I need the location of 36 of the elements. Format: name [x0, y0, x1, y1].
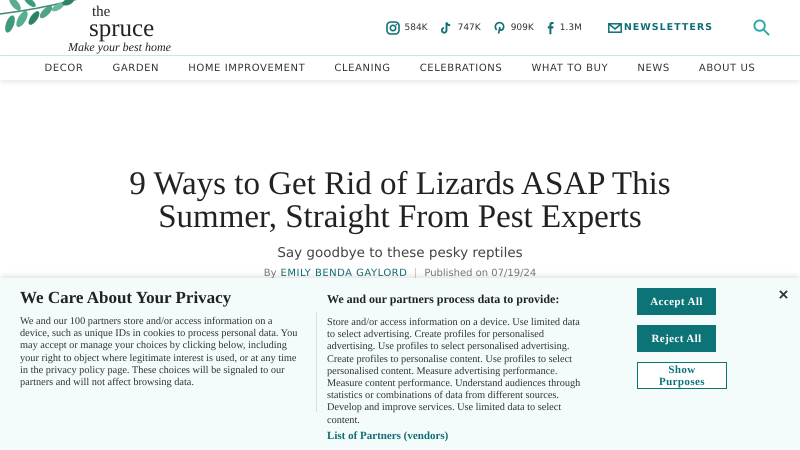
social-link[interactable]: 909K — [492, 20, 534, 34]
publish-date: Published on 07/19/24 — [424, 268, 536, 279]
instagram-icon — [386, 20, 400, 34]
envelope-icon — [608, 22, 622, 32]
nav-link[interactable]: WHAT TO BUY — [531, 62, 608, 74]
nav-link[interactable]: GARDEN — [112, 62, 160, 74]
partners-link[interactable]: List of Partners (vendors) — [327, 430, 589, 442]
close-icon[interactable] — [779, 290, 788, 299]
search-icon[interactable] — [753, 19, 770, 36]
consent-button[interactable]: Reject All — [637, 325, 716, 352]
nav-link[interactable]: HOME IMPROVEMENT — [188, 62, 306, 74]
author-link[interactable]: EMILY BENDA GAYLORD — [280, 268, 408, 279]
purposes-title: We and our partners process data to provide: — [327, 292, 560, 307]
purposes-text: Store and/or access information on a device. Use limited data to select advertising. Create profiles for personalised advertising. Use profiles to select personalised advertising. Create profiles to personalise content. Use profiles to select personalised content. Measure advertising performance. Measure content performance. Understand audiences through statistics or combinations of data from different sources. Develop and improve services. Use limited data to select content. — [327, 317, 582, 427]
byline-text: By — [264, 268, 277, 279]
article-title: 9 Ways to Get Rid of Lizards ASAP This Summer, Straight From Pest Experts — [128, 168, 672, 234]
nav-link[interactable]: CELEBRATIONS — [420, 62, 502, 74]
consent-button[interactable]: Accept All — [637, 288, 716, 315]
social-link[interactable]: 584K — [386, 20, 428, 34]
pinterest-icon — [492, 20, 506, 34]
nav-link[interactable]: ABOUT US — [698, 62, 756, 74]
facebook-icon — [546, 20, 555, 34]
social-link[interactable]: 1.3M — [546, 20, 582, 34]
consent-text: We and our 100 partners store and/or access information on a device, such as unique IDs in cookies to process personal data. You may accept or manage your choices by clicking below, including your right to object where legitimate interest is used, or at any time in the privacy policy page. These choices will be signaled to our partners and will not affect browsing data. — [20, 316, 298, 390]
consent-button[interactable]: Show Purposes — [637, 362, 727, 389]
logo-text[interactable]: the — [92, 6, 110, 19]
logo-tagline: Make your best home — [68, 40, 171, 55]
article-subtitle: Say goodbye to these pesky reptiles — [276, 245, 524, 261]
logo-text[interactable]: spruce — [89, 19, 154, 39]
nav-link[interactable]: NEWS — [637, 62, 670, 74]
social-link[interactable]: 747K — [440, 20, 481, 34]
nav-link[interactable]: CLEANING — [334, 62, 391, 74]
consent-title: We Care About Your Privacy — [20, 288, 232, 308]
newsletters-link[interactable]: NEWSLETTERS — [608, 22, 713, 33]
nav-link[interactable]: DECOR — [44, 62, 84, 74]
tiktok-icon — [440, 20, 453, 34]
